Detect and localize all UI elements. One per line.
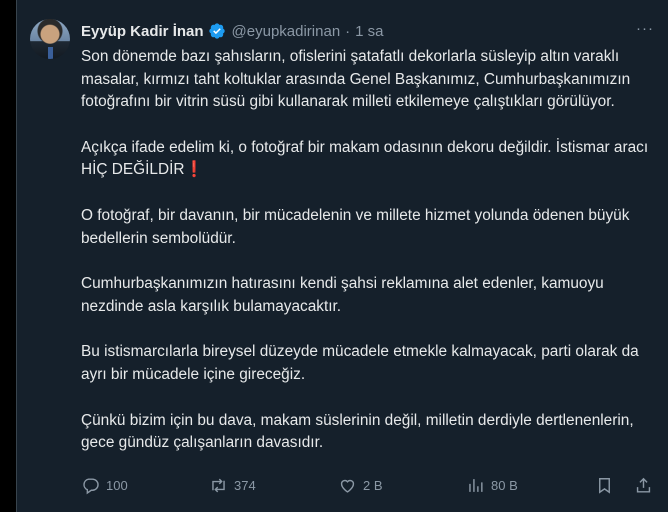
tweet-paragraph: Son dönemde bazı şahısların, ofislerini …	[81, 48, 631, 111]
tweet-paragraph-text: Açıkça ifade edelim ki, o fotoğraf bir m…	[81, 138, 649, 179]
tweet-paragraph: Açıkça ifade edelim ki, o fotoğraf bir m…	[81, 137, 656, 182]
reply-icon	[83, 478, 99, 495]
views-count: 80 B	[491, 478, 518, 493]
like-count: 2 B	[363, 478, 383, 493]
views-icon	[469, 479, 483, 492]
repost-icon	[212, 478, 225, 493]
tweet-header: Eyyüp Kadir İnan @eyupkadirinan · 1 sa	[81, 21, 384, 41]
share-button[interactable]	[634, 476, 653, 495]
share-icon	[636, 477, 651, 493]
tweet-text: Son dönemde bazı şahısların, ofislerini …	[81, 46, 656, 478]
tweet-paragraph: Çünkü bizim için bu dava, makam süslerin…	[81, 411, 634, 452]
separator-dot: ·	[345, 22, 351, 40]
more-options-icon[interactable]: ···	[636, 20, 654, 37]
tweet-paragraph: Cumhurbaşkanımızın hatırasını kendi şahs…	[81, 275, 604, 315]
tweet-paragraph: Bu istismarcılarla bireysel düzeyde müca…	[81, 343, 639, 383]
tweet-timestamp[interactable]: 1 sa	[355, 23, 383, 40]
verified-badge-icon	[208, 23, 225, 39]
reply-button[interactable]: 100	[81, 476, 128, 495]
reply-count: 100	[106, 478, 128, 493]
avatar[interactable]	[30, 19, 70, 59]
avatar-tie-detail	[48, 47, 53, 59]
bookmark-button[interactable]	[595, 476, 614, 495]
author-name[interactable]: Eyyüp Kadir İnan	[81, 23, 204, 40]
like-button[interactable]: 2 B	[338, 476, 383, 495]
exclamation-emoji-icon: ❗	[184, 161, 204, 179]
author-handle[interactable]: @eyupkadirinan	[232, 23, 341, 40]
views-button[interactable]: 80 B	[466, 476, 518, 495]
tweet-paragraph: O fotoğraf, bir davanın, bir mücadelenin…	[81, 206, 630, 247]
bookmark-icon	[599, 478, 610, 494]
heart-icon	[340, 479, 355, 493]
tweet-card[interactable]: Eyyüp Kadir İnan @eyupkadirinan · 1 sa ·…	[16, 0, 668, 512]
tweet-actions: 100 374 2 B 80 B	[81, 476, 659, 500]
repost-button[interactable]: 374	[209, 476, 256, 495]
repost-count: 374	[234, 478, 256, 493]
